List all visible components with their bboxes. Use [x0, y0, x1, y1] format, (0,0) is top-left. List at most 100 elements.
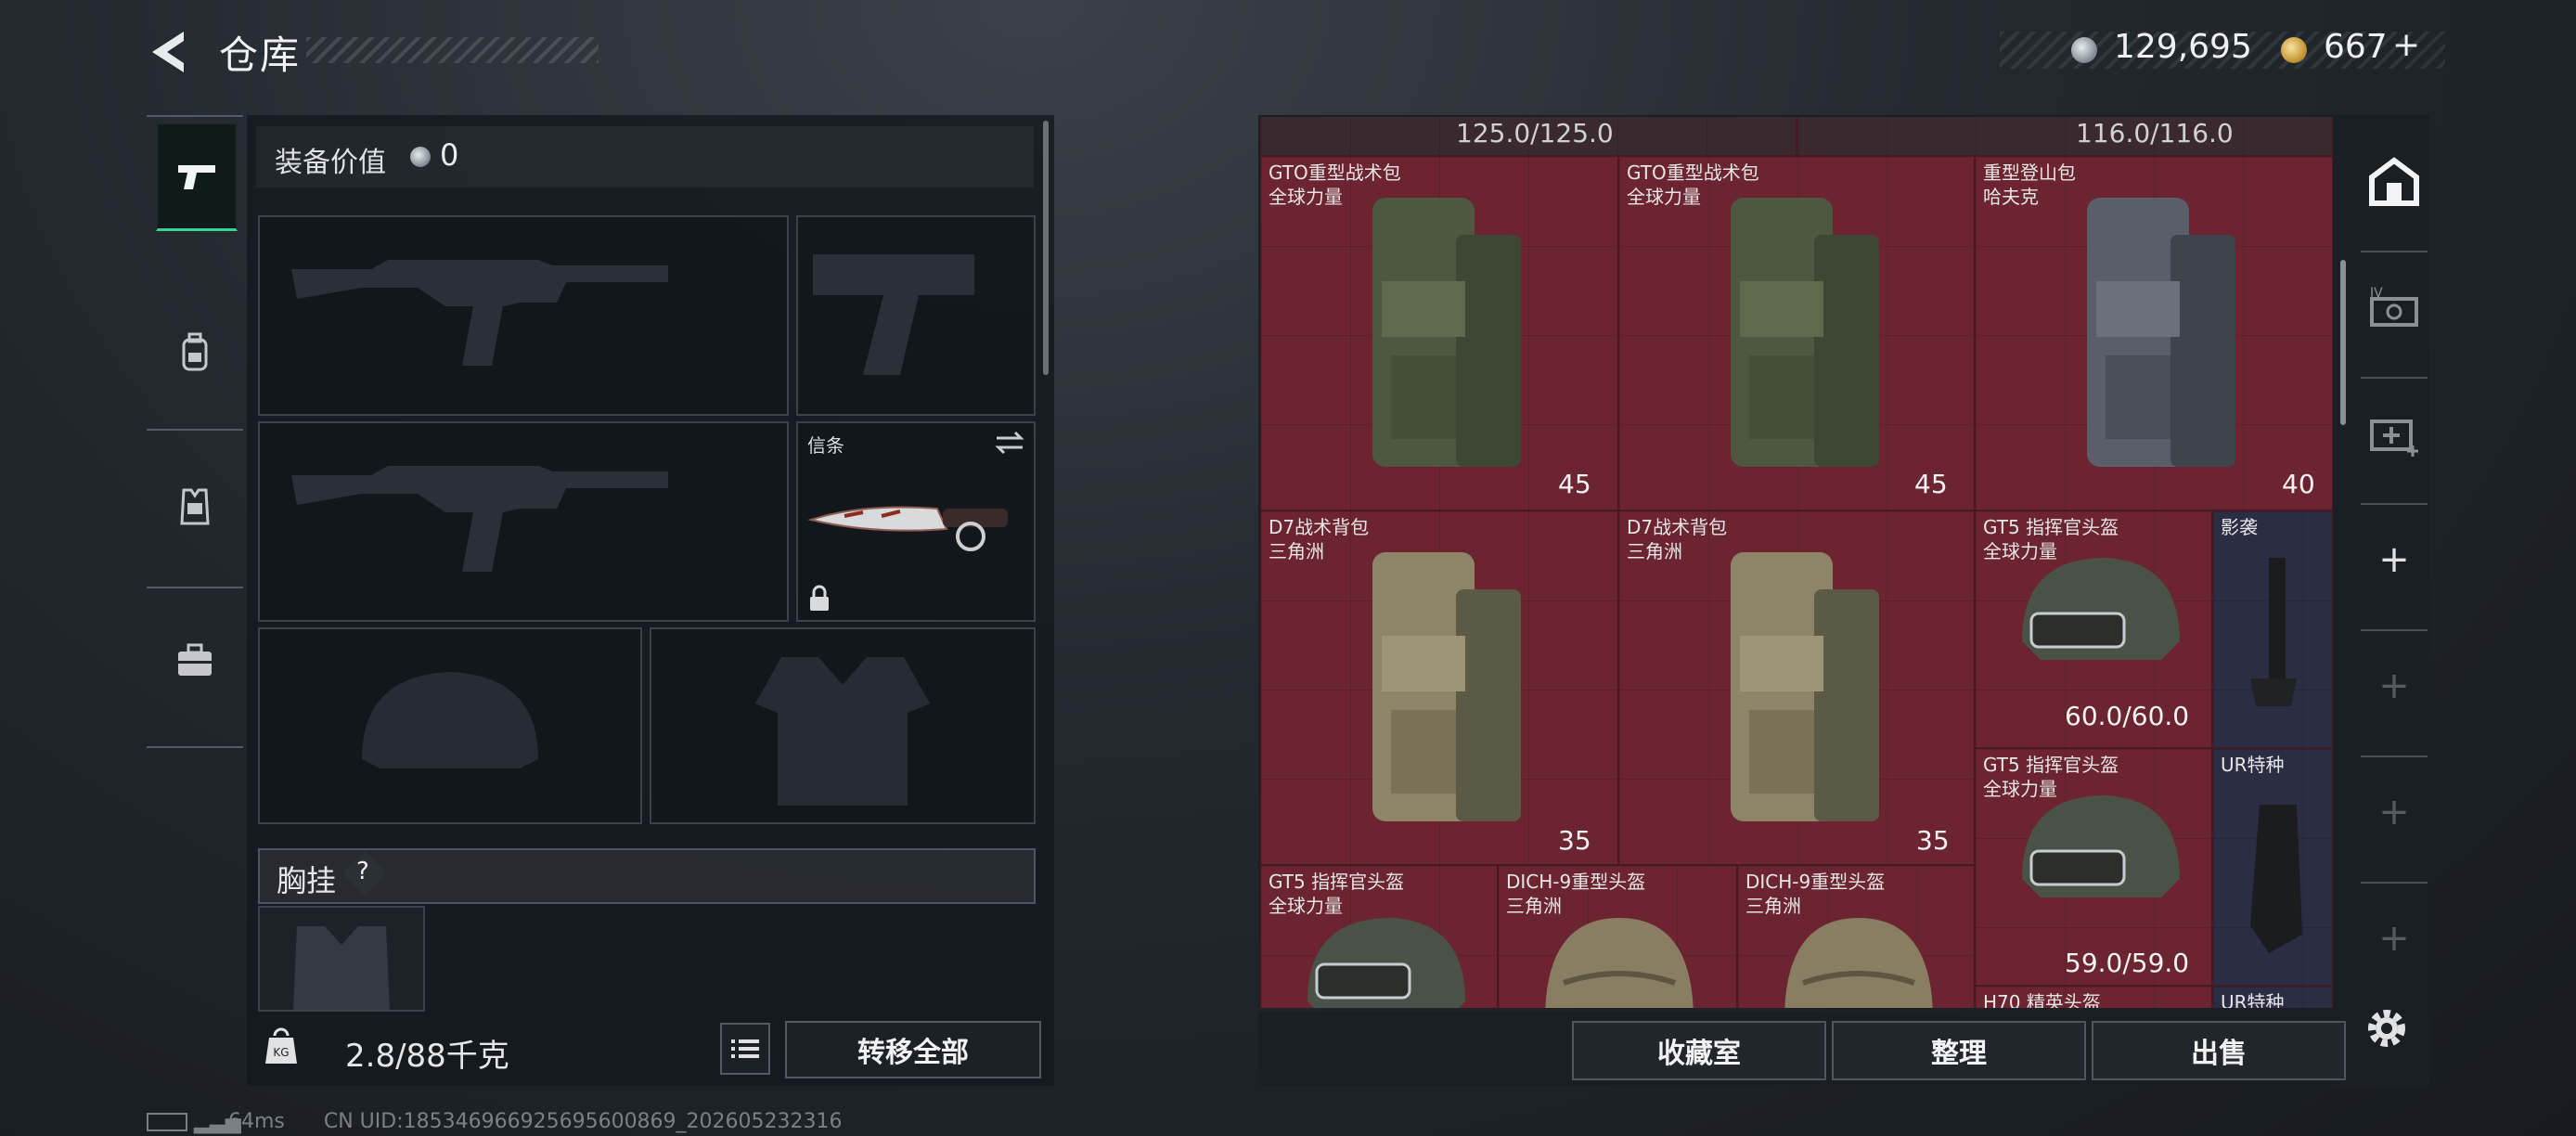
expand-icon: IV: [2370, 286, 2418, 327]
item-name: H70 精英头盔: [1983, 991, 2101, 1008]
stash-item[interactable]: DICH-9重型头盔 三角洲: [1498, 865, 1737, 1008]
stash-item[interactable]: H70 精英头盔: [1975, 986, 2212, 1008]
stash-item-partial[interactable]: 125.0/125.0: [1260, 117, 1797, 156]
secondary-weapon-slot[interactable]: [258, 421, 789, 622]
plus-icon: +: [2378, 917, 2410, 960]
add-tab-button[interactable]: +: [2348, 626, 2441, 746]
battery-icon: [147, 1113, 187, 1131]
backpack-icon: [1731, 198, 1879, 467]
helmet-icon: [1307, 918, 1465, 1008]
melee-slot[interactable]: 信条: [796, 421, 1036, 622]
add-gold-button[interactable]: +: [2392, 26, 2420, 64]
item-name: GT5 指挥官头盔: [1983, 754, 2119, 776]
item-durability: 59.0/59.0: [2065, 948, 2190, 978]
backpack-icon: [2087, 198, 2235, 467]
equipment-value: 0: [440, 137, 459, 173]
gear-icon[interactable]: [2361, 1002, 2413, 1054]
tab-backpack[interactable]: [156, 301, 234, 405]
backpack-icon: [1372, 198, 1521, 467]
chest-rig-silhouette-icon: [293, 926, 390, 1010]
tab-expansion[interactable]: IV: [2348, 247, 2441, 368]
collection-room-button[interactable]: 收藏室: [1572, 1021, 1826, 1080]
item-durability: 116.0/116.0: [2076, 118, 2234, 148]
item-capacity: 45: [1558, 469, 1591, 499]
rifle-silhouette-icon: [291, 260, 668, 366]
title-decoration: [306, 37, 599, 63]
item-durability: 125.0/125.0: [1456, 118, 1614, 148]
stash-tabs: IV + + + +: [2348, 121, 2441, 975]
silver-coin-icon: [410, 147, 431, 167]
item-capacity: 45: [1914, 469, 1948, 499]
list-view-button[interactable]: [720, 1023, 770, 1075]
weight-icon: KG: [265, 1027, 297, 1064]
page-title: 仓库: [219, 32, 302, 78]
add-tab-button[interactable]: +: [2348, 499, 2441, 620]
back-button[interactable]: [147, 26, 193, 78]
equipment-value-label: 装备价值: [275, 147, 386, 179]
item-brand: 全球力量: [1627, 186, 1701, 208]
plus-icon: +: [2378, 791, 2410, 833]
stash-item[interactable]: GTO重型战术包 全球力量 45: [1618, 156, 1975, 510]
briefcase-icon: [178, 643, 212, 676]
chest-rig-slot[interactable]: [258, 906, 425, 1012]
equipment-scrollbar[interactable]: [1043, 121, 1049, 375]
tab-weapons[interactable]: [156, 123, 238, 231]
item-capacity: 40: [2282, 469, 2315, 499]
svg-text:KG: KG: [273, 1046, 289, 1059]
item-name: UR特种: [2221, 754, 2285, 776]
warehouse-icon: [2369, 157, 2419, 206]
signal-icon: ▂▃▅: [194, 1110, 241, 1134]
medical-icon: [2370, 420, 2418, 457]
stash-item[interactable]: D7战术背包 三角洲 35: [1618, 510, 1975, 865]
backpack-icon: [1731, 552, 1879, 821]
swap-icon[interactable]: [993, 429, 1026, 457]
item-name: 重型登山包: [1983, 161, 2076, 184]
helmet-slot[interactable]: [258, 627, 642, 824]
armor-silhouette-icon: [755, 657, 930, 806]
back-arrow-icon: [152, 32, 184, 72]
stash-item-partial[interactable]: 116.0/116.0: [1797, 117, 2333, 156]
item-name: DICH-9重型头盔: [1745, 871, 1886, 893]
stash-item[interactable]: 影袭: [2212, 510, 2333, 748]
tab-armor[interactable]: [156, 455, 234, 559]
tab-medical[interactable]: [2348, 373, 2441, 494]
melee-slot-label: 信条: [807, 434, 844, 457]
add-tab-button[interactable]: +: [2348, 878, 2441, 999]
backpack-icon: [1372, 552, 1521, 821]
sort-button[interactable]: 整理: [1832, 1021, 2086, 1080]
item-capacity: 35: [1558, 825, 1591, 856]
item-brand: 三角洲: [1269, 540, 1324, 562]
armor-vest-icon: [180, 488, 210, 525]
stash-item[interactable]: GT5 指挥官头盔 全球力量 59.0/59.0: [1975, 748, 2212, 986]
stock-icon: [2250, 558, 2297, 706]
tab-cases[interactable]: [156, 609, 234, 713]
stash-item[interactable]: DICH-9重型头盔 三角洲: [1737, 865, 1975, 1008]
stash-item[interactable]: D7战术背包 三角洲 35: [1260, 510, 1618, 865]
tab-warehouse[interactable]: [2348, 121, 2441, 241]
item-durability: 60.0/60.0: [2065, 701, 2190, 731]
stock-icon: [2250, 805, 2302, 953]
svg-text:IV: IV: [2370, 286, 2383, 301]
silver-coin-icon: [2071, 37, 2097, 63]
stash-scrollbar[interactable]: [2340, 260, 2346, 425]
transfer-all-button[interactable]: 转移全部: [785, 1021, 1041, 1078]
stash-item[interactable]: GT5 指挥官头盔 全球力量: [1260, 865, 1498, 1008]
gold-amount: 667: [2324, 28, 2388, 66]
body-armor-slot[interactable]: [650, 627, 1036, 824]
sidearm-slot[interactable]: [796, 215, 1036, 416]
primary-weapon-slot[interactable]: [258, 215, 789, 416]
lock-icon: [810, 585, 829, 611]
carry-weight: 2.8/88千克: [345, 1038, 509, 1075]
add-tab-button[interactable]: +: [2348, 752, 2441, 872]
stash-item[interactable]: UR特种: [2212, 986, 2333, 1008]
plus-icon: +: [2378, 538, 2410, 581]
ping: 64ms: [228, 1110, 285, 1133]
stash-item[interactable]: UR特种: [2212, 748, 2333, 986]
stash-item[interactable]: GTO重型战术包 全球力量 45: [1260, 156, 1618, 510]
stash-item[interactable]: GT5 指挥官头盔 全球力量 60.0/60.0: [1975, 510, 2212, 748]
stash-grid: 125.0/125.0 116.0/116.0 GTO重型战术包 全球力量 45 …: [1260, 117, 2333, 1008]
stash-item[interactable]: 重型登山包 哈夫克 40: [1975, 156, 2333, 510]
user-uid: CN UID:18534696692569560086​9_2026052323…: [323, 1110, 843, 1133]
sell-button[interactable]: 出售: [2092, 1021, 2346, 1080]
knife-icon: [807, 506, 1008, 551]
